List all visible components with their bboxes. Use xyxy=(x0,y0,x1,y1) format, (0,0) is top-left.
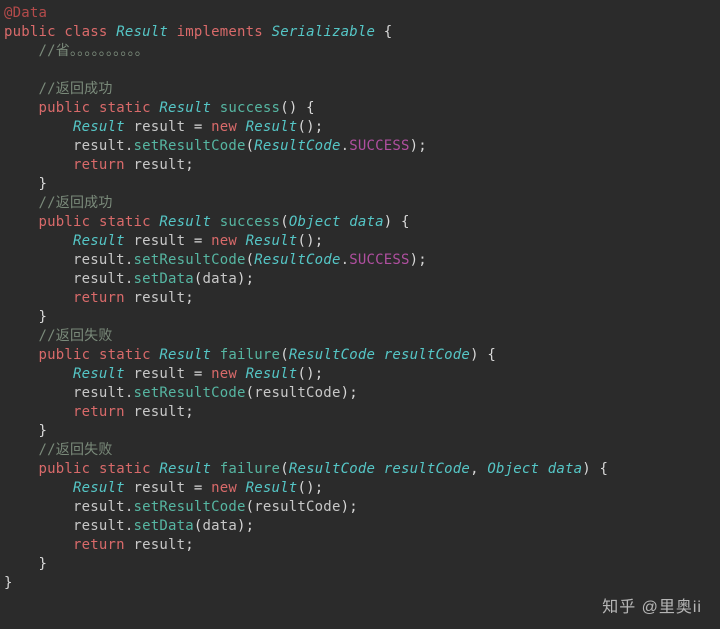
class-name: Result xyxy=(116,24,168,40)
class-close: } xyxy=(4,575,13,591)
method-comment: //返回失败 xyxy=(39,442,113,458)
method-name: failure xyxy=(220,461,280,477)
method-comment: //返回成功 xyxy=(39,195,113,211)
method-name: success xyxy=(220,214,280,230)
method-comment: //返回失败 xyxy=(39,328,113,344)
code-block: @Data public class Result implements Ser… xyxy=(0,0,720,597)
omit-comment: //省。。。。。。。。。。 xyxy=(39,43,149,59)
annotation: @Data xyxy=(4,5,47,21)
method-comment: //返回成功 xyxy=(39,81,113,97)
method-name: success xyxy=(220,100,280,116)
method-name: failure xyxy=(220,347,280,363)
